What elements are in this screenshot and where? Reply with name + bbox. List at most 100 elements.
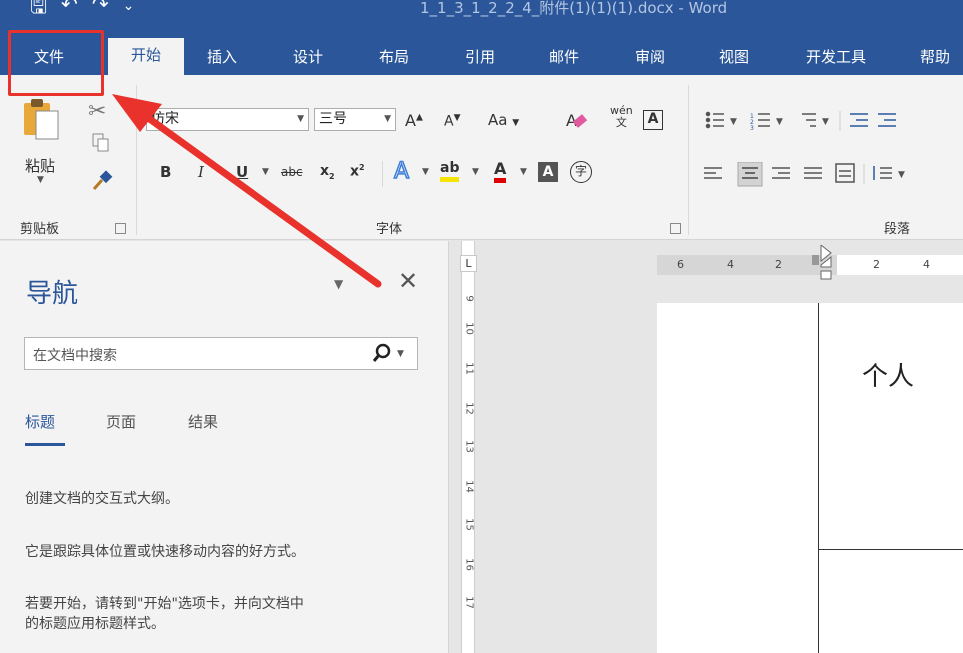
tab-stop-selector[interactable]: L (460, 255, 477, 272)
svg-text:▼: ▼ (776, 117, 783, 127)
subscript-button[interactable]: x2 (320, 163, 335, 181)
separator (688, 85, 689, 235)
ribbon-home: 粘贴 ▼ ✂ 剪贴板 仿宋 ▼ 三号 ▼ A▲ A▼ Aa ▼ A wén 文 … (0, 75, 963, 240)
shrink-font-icon[interactable]: A▼ (444, 113, 461, 130)
format-painter-icon[interactable] (92, 170, 114, 192)
nav-options-icon[interactable]: ▼ (334, 277, 343, 291)
font-size-combo[interactable]: 三号 ▼ (314, 108, 396, 131)
cut-icon[interactable]: ✂ (88, 99, 106, 124)
nav-tab-headings[interactable]: 标题 (25, 411, 55, 432)
chevron-down-icon[interactable]: ▼ (297, 109, 304, 130)
ruler-number: 6 (677, 258, 684, 271)
highlight-box (8, 30, 104, 96)
underline-dropdown-icon[interactable]: ▼ (262, 167, 269, 177)
ruler-number: 4 (727, 258, 734, 271)
bold-button[interactable]: B (160, 163, 171, 181)
italic-button[interactable]: I (198, 163, 204, 181)
horizontal-ruler[interactable]: 6 4 2 2 4 (657, 245, 963, 280)
undo-icon[interactable]: ↶ (61, 0, 78, 22)
font-color-icon[interactable]: A (494, 159, 507, 183)
window-title: 1_1_3_1_2_2_4_附件(1)(1)(1).docx - Word (420, 0, 728, 17)
highlight-icon[interactable]: ab (440, 159, 460, 182)
tab-layout[interactable]: 布局 (370, 40, 418, 75)
svg-text:▼: ▼ (898, 170, 905, 180)
chevron-down-icon[interactable]: ▼ (384, 109, 391, 130)
indent-markers-icon[interactable] (807, 245, 837, 293)
ruler-number: 13 (463, 440, 475, 453)
title-bar: 🖫 ↶ ↷ ⌄ 1_1_3_1_2_2_4_附件(1)(1)(1).docx -… (0, 0, 963, 22)
tab-developer[interactable]: 开发工具 (796, 40, 876, 75)
ruler-number: 12 (463, 402, 475, 415)
strikethrough-button[interactable]: abc (281, 165, 303, 179)
tab-mailings[interactable]: 邮件 (540, 40, 588, 75)
paragraph-align-buttons: ▼ (704, 162, 905, 187)
align-left-icon (704, 167, 722, 179)
tab-insert[interactable]: 插入 (198, 40, 246, 75)
paste-icon[interactable] (22, 97, 62, 143)
ruler-number: 2 (873, 258, 880, 271)
ruler-number: 9 (463, 295, 475, 302)
character-border-icon[interactable]: A (643, 110, 663, 130)
paragraph-group-label: 段落 (884, 222, 911, 237)
svg-text:▼: ▼ (822, 117, 829, 127)
ruler-text-area (837, 255, 963, 275)
paste-dropdown-icon[interactable]: ▼ (37, 175, 44, 185)
decrease-indent-icon (850, 113, 868, 127)
table-row-border (818, 549, 963, 550)
nav-help-text: 若要开始，请转到"开始"选项卡，并向文档中 (25, 596, 304, 612)
search-placeholder: 在文档中搜索 (33, 348, 117, 364)
nav-help-text: 它是跟踪具体位置或快速移动内容的好方式。 (25, 544, 305, 560)
text-effects-dropdown-icon[interactable]: ▼ (422, 167, 429, 177)
multilevel-list-icon (802, 113, 816, 127)
character-shading-icon[interactable]: A (538, 162, 558, 182)
tab-design[interactable]: 设计 (284, 40, 332, 75)
increase-indent-icon (878, 113, 896, 127)
clipboard-launcher-icon[interactable] (115, 223, 126, 234)
clear-formatting-icon[interactable]: A (564, 109, 590, 133)
bullets-icon (705, 111, 724, 129)
redo-icon[interactable]: ↷ (92, 0, 109, 22)
nav-tab-results[interactable]: 结果 (188, 411, 218, 432)
superscript-button[interactable]: x2 (350, 163, 365, 180)
paste-button[interactable]: 粘贴 (25, 155, 55, 176)
tab-help[interactable]: 帮助 (920, 40, 963, 75)
font-color-dropdown-icon[interactable]: ▼ (520, 167, 527, 177)
navigation-pane: 导航 ▼ ✕ 在文档中搜索 ▼ 标题 页面 结果 创建文档的交互式大纲。 它是跟… (0, 241, 449, 653)
save-icon[interactable]: 🖫 (30, 0, 47, 22)
ruler-number: 17 (463, 596, 475, 609)
font-launcher-icon[interactable] (670, 223, 681, 234)
highlight-dropdown-icon[interactable]: ▼ (472, 167, 479, 177)
change-case-button[interactable]: Aa ▼ (488, 111, 519, 129)
text-effects-icon[interactable]: A (393, 158, 410, 185)
ribbon-tab-bar: 文件 开始 插入 设计 布局 引用 邮件 审阅 视图 开发工具 帮助 (0, 22, 963, 75)
tab-home[interactable]: 开始 (108, 38, 184, 75)
paragraph-list-buttons: ▼ 123 ▼ ▼ (705, 111, 896, 132)
underline-button[interactable]: U (236, 163, 248, 181)
tab-review[interactable]: 审阅 (626, 40, 674, 75)
customize-qat-icon[interactable]: ⌄ (123, 0, 135, 22)
ruler-number: 4 (923, 258, 930, 271)
document-text[interactable]: 个人 (862, 356, 914, 393)
search-icon[interactable] (371, 340, 393, 366)
grow-font-icon[interactable]: A▲ (405, 111, 423, 130)
tab-references[interactable]: 引用 (456, 40, 504, 75)
phonetic-guide-icon[interactable]: wén 文 (610, 105, 633, 129)
align-right-icon (772, 167, 790, 179)
enclose-characters-icon[interactable]: 字 (570, 161, 592, 183)
nav-search-input[interactable]: 在文档中搜索 ▼ (24, 337, 418, 370)
distributed-icon (835, 163, 855, 183)
nav-help-text: 的标题应用标题样式。 (25, 616, 165, 632)
separator (382, 161, 383, 187)
ruler-number: 16 (463, 558, 475, 571)
font-name-combo[interactable]: 仿宋 ▼ (146, 108, 309, 131)
tab-view[interactable]: 视图 (710, 40, 758, 75)
clipboard-group-label: 剪贴板 (20, 222, 60, 237)
copy-icon[interactable] (92, 133, 110, 153)
separator (136, 85, 137, 235)
close-icon[interactable]: ✕ (398, 267, 418, 295)
chevron-down-icon[interactable]: ▼ (397, 349, 404, 359)
vertical-ruler[interactable]: 9 10 11 12 13 14 15 16 17 (456, 241, 480, 653)
font-group-label: 字体 (376, 222, 403, 237)
font-name-value: 仿宋 (151, 111, 179, 127)
nav-tab-pages[interactable]: 页面 (106, 411, 136, 432)
